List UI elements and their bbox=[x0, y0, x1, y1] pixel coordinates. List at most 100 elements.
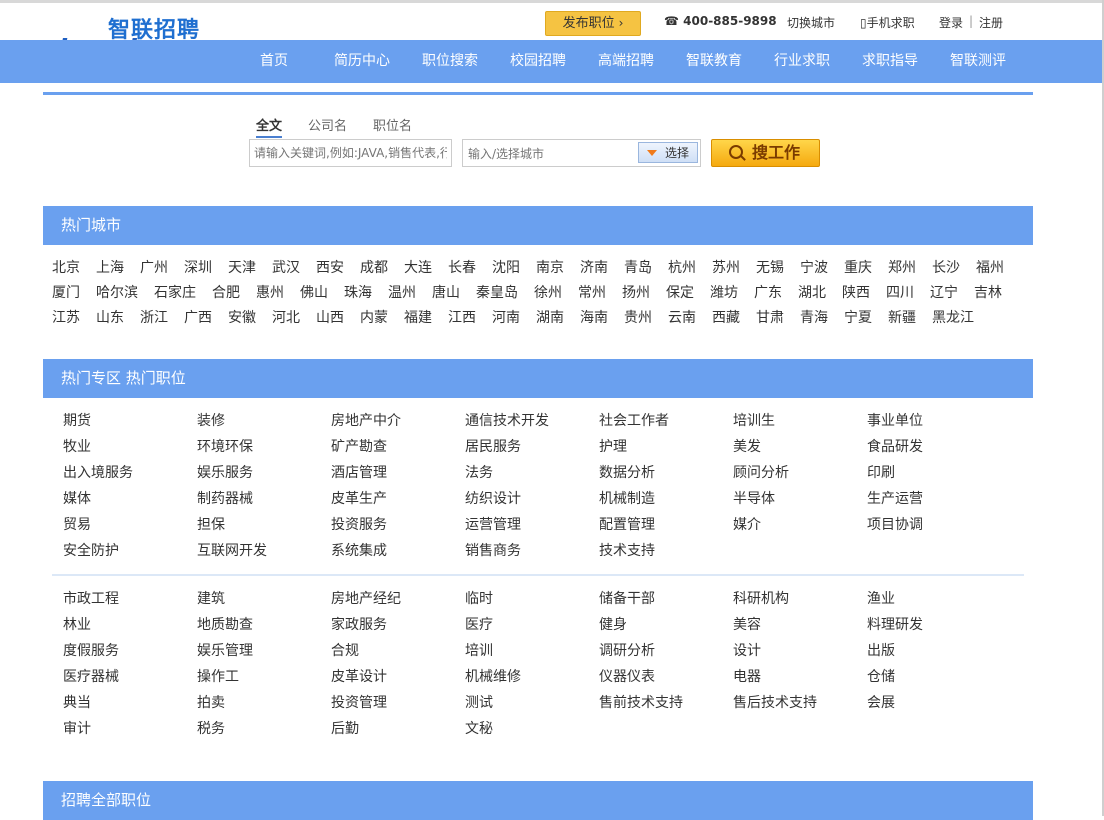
job-category-link[interactable]: 培训 bbox=[465, 640, 493, 660]
post-job-button[interactable]: 发布职位 › bbox=[545, 11, 641, 36]
search-tab-position[interactable]: 职位名 bbox=[373, 115, 412, 134]
job-category-link[interactable]: 安全防护 bbox=[63, 540, 119, 560]
city-link[interactable]: 内蒙 bbox=[360, 307, 388, 327]
city-link[interactable]: 福建 bbox=[404, 307, 432, 327]
job-category-link[interactable]: 健身 bbox=[599, 614, 627, 634]
job-category-link[interactable]: 运营管理 bbox=[465, 514, 521, 534]
job-category-link[interactable]: 调研分析 bbox=[599, 640, 655, 660]
job-category-link[interactable]: 市政工程 bbox=[63, 588, 119, 608]
nav-item-home[interactable]: 首页 bbox=[260, 40, 288, 83]
keyword-search-input[interactable] bbox=[249, 139, 452, 167]
job-category-link[interactable]: 操作工 bbox=[197, 666, 239, 686]
job-category-link[interactable]: 度假服务 bbox=[63, 640, 119, 660]
job-category-link[interactable]: 担保 bbox=[197, 514, 225, 534]
job-category-link[interactable]: 仪器仪表 bbox=[599, 666, 655, 686]
city-link[interactable]: 石家庄 bbox=[154, 282, 196, 302]
job-category-link[interactable]: 美发 bbox=[733, 436, 761, 456]
city-link[interactable]: 惠州 bbox=[256, 282, 284, 302]
city-link[interactable]: 武汉 bbox=[272, 257, 300, 277]
nav-item-job-search[interactable]: 职位搜索 bbox=[422, 40, 478, 83]
job-category-link[interactable]: 互联网开发 bbox=[197, 540, 267, 560]
login-link[interactable]: 登录 bbox=[939, 14, 963, 31]
city-link[interactable]: 青海 bbox=[800, 307, 828, 327]
city-link[interactable]: 贵州 bbox=[624, 307, 652, 327]
city-link[interactable]: 江苏 bbox=[52, 307, 80, 327]
city-link[interactable]: 黑龙江 bbox=[932, 307, 974, 327]
city-link[interactable]: 四川 bbox=[886, 282, 914, 302]
city-link[interactable]: 海南 bbox=[580, 307, 608, 327]
switch-city-link[interactable]: 切换城市 bbox=[787, 14, 835, 31]
job-category-link[interactable]: 后勤 bbox=[331, 718, 359, 738]
job-category-link[interactable]: 电器 bbox=[733, 666, 761, 686]
job-category-link[interactable]: 数据分析 bbox=[599, 462, 655, 482]
job-category-link[interactable]: 仓储 bbox=[867, 666, 895, 686]
search-tab-company[interactable]: 公司名 bbox=[308, 115, 347, 134]
city-link[interactable]: 温州 bbox=[388, 282, 416, 302]
city-link[interactable]: 宁波 bbox=[800, 257, 828, 277]
city-link[interactable]: 陕西 bbox=[842, 282, 870, 302]
job-category-link[interactable]: 护理 bbox=[599, 436, 627, 456]
job-category-link[interactable]: 项目协调 bbox=[867, 514, 923, 534]
job-category-link[interactable]: 酒店管理 bbox=[331, 462, 387, 482]
job-category-link[interactable]: 售前技术支持 bbox=[599, 692, 683, 712]
job-category-link[interactable]: 媒介 bbox=[733, 514, 761, 534]
city-link[interactable]: 济南 bbox=[580, 257, 608, 277]
job-category-link[interactable]: 林业 bbox=[63, 614, 91, 634]
nav-item-industry[interactable]: 行业求职 bbox=[774, 40, 830, 83]
city-link[interactable]: 湖北 bbox=[798, 282, 826, 302]
job-category-link[interactable]: 机械维修 bbox=[465, 666, 521, 686]
city-link[interactable]: 西安 bbox=[316, 257, 344, 277]
job-category-link[interactable]: 出版 bbox=[867, 640, 895, 660]
search-tab-fulltext[interactable]: 全文 bbox=[256, 115, 283, 138]
city-link[interactable]: 佛山 bbox=[300, 282, 328, 302]
mobile-job-link[interactable]: ▯手机求职 bbox=[860, 14, 915, 31]
city-link[interactable]: 云南 bbox=[668, 307, 696, 327]
job-category-link[interactable]: 皮革生产 bbox=[331, 488, 387, 508]
city-link[interactable]: 唐山 bbox=[432, 282, 460, 302]
city-link[interactable]: 江西 bbox=[448, 307, 476, 327]
city-link[interactable]: 河南 bbox=[492, 307, 520, 327]
job-category-link[interactable]: 食品研发 bbox=[867, 436, 923, 456]
job-category-link[interactable]: 出入境服务 bbox=[63, 462, 133, 482]
city-link[interactable]: 秦皇岛 bbox=[476, 282, 518, 302]
job-category-link[interactable]: 配置管理 bbox=[599, 514, 655, 534]
city-link[interactable]: 苏州 bbox=[712, 257, 740, 277]
city-link[interactable]: 沈阳 bbox=[492, 257, 520, 277]
city-link[interactable]: 广东 bbox=[754, 282, 782, 302]
job-category-link[interactable]: 顾问分析 bbox=[733, 462, 789, 482]
nav-item-highend[interactable]: 高端招聘 bbox=[598, 40, 654, 83]
nav-item-resume[interactable]: 简历中心 bbox=[334, 40, 390, 83]
job-category-link[interactable]: 居民服务 bbox=[465, 436, 521, 456]
job-category-link[interactable]: 贸易 bbox=[63, 514, 91, 534]
city-link[interactable]: 扬州 bbox=[622, 282, 650, 302]
city-link[interactable]: 长春 bbox=[448, 257, 476, 277]
job-category-link[interactable]: 法务 bbox=[465, 462, 493, 482]
city-link[interactable]: 浙江 bbox=[140, 307, 168, 327]
city-link[interactable]: 常州 bbox=[578, 282, 606, 302]
city-link[interactable]: 青岛 bbox=[624, 257, 652, 277]
job-category-link[interactable]: 期货 bbox=[63, 410, 91, 430]
job-category-link[interactable]: 房地产经纪 bbox=[331, 588, 401, 608]
city-link[interactable]: 山西 bbox=[316, 307, 344, 327]
city-link[interactable]: 安徽 bbox=[228, 307, 256, 327]
job-category-link[interactable]: 环境环保 bbox=[197, 436, 253, 456]
city-link[interactable]: 郑州 bbox=[888, 257, 916, 277]
city-link[interactable]: 徐州 bbox=[534, 282, 562, 302]
city-link[interactable]: 重庆 bbox=[844, 257, 872, 277]
job-category-link[interactable]: 医疗 bbox=[465, 614, 493, 634]
job-category-link[interactable]: 机械制造 bbox=[599, 488, 655, 508]
job-category-link[interactable]: 通信技术开发 bbox=[465, 410, 549, 430]
city-link[interactable]: 天津 bbox=[228, 257, 256, 277]
city-link[interactable]: 潍坊 bbox=[710, 282, 738, 302]
city-link[interactable]: 南京 bbox=[536, 257, 564, 277]
job-category-link[interactable]: 医疗器械 bbox=[63, 666, 119, 686]
city-link[interactable]: 山东 bbox=[96, 307, 124, 327]
job-category-link[interactable]: 地质勘查 bbox=[197, 614, 253, 634]
city-link[interactable]: 厦门 bbox=[52, 282, 80, 302]
job-category-link[interactable]: 会展 bbox=[867, 692, 895, 712]
city-link[interactable]: 上海 bbox=[96, 257, 124, 277]
job-category-link[interactable]: 税务 bbox=[197, 718, 225, 738]
job-category-link[interactable]: 半导体 bbox=[733, 488, 775, 508]
city-link[interactable]: 湖南 bbox=[536, 307, 564, 327]
job-category-link[interactable]: 牧业 bbox=[63, 436, 91, 456]
